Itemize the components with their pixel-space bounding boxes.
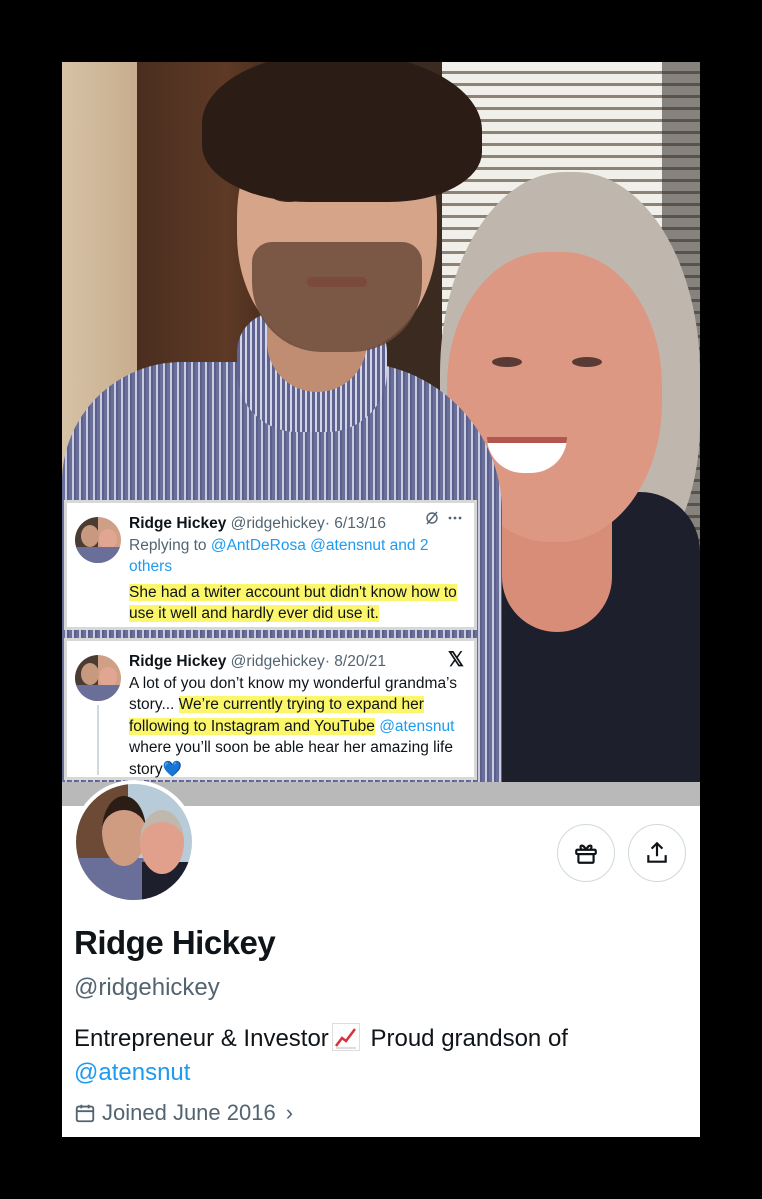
tweet-text: She had a twiter account but didn't know… xyxy=(129,582,466,625)
tweet-replying-to: Replying to @AntDeRosa @atensnut and 2 o… xyxy=(129,535,466,578)
tweet-text-highlighted: She had a twiter account but didn't know… xyxy=(129,583,457,622)
joined-date-link[interactable]: Joined June 2016 › xyxy=(74,1100,293,1126)
joined-text: Joined June 2016 xyxy=(102,1100,276,1125)
bio-text-2: Proud grandson of xyxy=(363,1025,568,1052)
avatar-image xyxy=(76,784,192,900)
avatar-man xyxy=(102,796,146,866)
avatar-shirt xyxy=(76,858,146,900)
tweet-author-name[interactable]: Ridge Hickey xyxy=(129,653,226,670)
calendar-icon xyxy=(75,1104,95,1123)
sync-icon xyxy=(426,511,466,528)
tweet-content: Ridge Hickey @ridgehickey· 6/13/16 Reply… xyxy=(129,513,466,625)
avatar-face xyxy=(99,667,117,687)
replying-prefix: Replying to xyxy=(129,536,211,554)
tweet-content: Ridge Hickey @ridgehickey· 8/20/21 A lot… xyxy=(129,651,466,780)
tweet-author-handle[interactable]: @ridgehickey xyxy=(231,515,325,532)
tweet-header: Ridge Hickey @ridgehickey· 6/13/16 xyxy=(129,513,466,535)
gift-button[interactable] xyxy=(557,824,615,882)
photo-man-mouth xyxy=(307,277,367,287)
tweet-date[interactable]: · 8/20/21 xyxy=(325,653,386,670)
photo-woman-eye xyxy=(572,357,602,367)
tweet-avatar[interactable] xyxy=(75,517,121,563)
x-logo-icon: 𝕏 xyxy=(447,649,464,671)
avatar-face xyxy=(81,525,99,547)
tweet-mention[interactable]: @atensnut xyxy=(379,718,454,735)
profile-name: Ridge Hickey xyxy=(74,924,276,961)
avatar-face xyxy=(99,529,117,549)
tweet-text: A lot of you don’t know my wonderful gra… xyxy=(129,673,466,781)
profile-avatar[interactable] xyxy=(72,780,196,904)
photo-woman-eye xyxy=(492,357,522,367)
tweet-avatar[interactable] xyxy=(75,655,121,701)
chart-increasing-emoji xyxy=(331,1023,360,1051)
tweet-header: Ridge Hickey @ridgehickey· 8/20/21 xyxy=(129,651,466,673)
tweet-date[interactable]: · 6/13/16 xyxy=(325,515,386,532)
avatar-face xyxy=(81,663,99,685)
bio-mention[interactable]: @atensnut xyxy=(74,1059,190,1086)
chevron-right-icon: › xyxy=(285,1100,294,1125)
tweet-card-2016[interactable]: Ridge Hickey @ridgehickey· 6/13/16 Reply… xyxy=(64,500,477,630)
avatar-shirt xyxy=(75,685,121,701)
tweet-author-name[interactable]: Ridge Hickey xyxy=(129,515,226,532)
tweet-author-handle[interactable]: @ridgehickey xyxy=(231,653,325,670)
sync-more-icons xyxy=(426,511,462,525)
share-button[interactable] xyxy=(628,824,686,882)
tweet-text-end: where you’ll soon be able hear her amazi… xyxy=(129,739,453,778)
avatar-woman xyxy=(140,810,184,874)
profile-bio: Entrepreneur & Investor Proud grandson o… xyxy=(74,1022,684,1090)
photo-man-beard xyxy=(252,242,422,352)
bio-text: Entrepreneur & Investor xyxy=(74,1025,329,1052)
screenshot-frame: Ridge Hickey @ridgehickey· 6/13/16 Reply… xyxy=(62,62,700,1137)
share-icon xyxy=(647,841,667,863)
tweet-card-2021[interactable]: Ridge Hickey @ridgehickey· 8/20/21 A lot… xyxy=(64,638,477,780)
gift-icon xyxy=(575,844,597,864)
profile-handle: @ridgehickey xyxy=(74,974,220,1001)
thread-line xyxy=(97,705,99,775)
photo-man-hair xyxy=(202,62,482,202)
avatar-shirt xyxy=(75,547,121,563)
